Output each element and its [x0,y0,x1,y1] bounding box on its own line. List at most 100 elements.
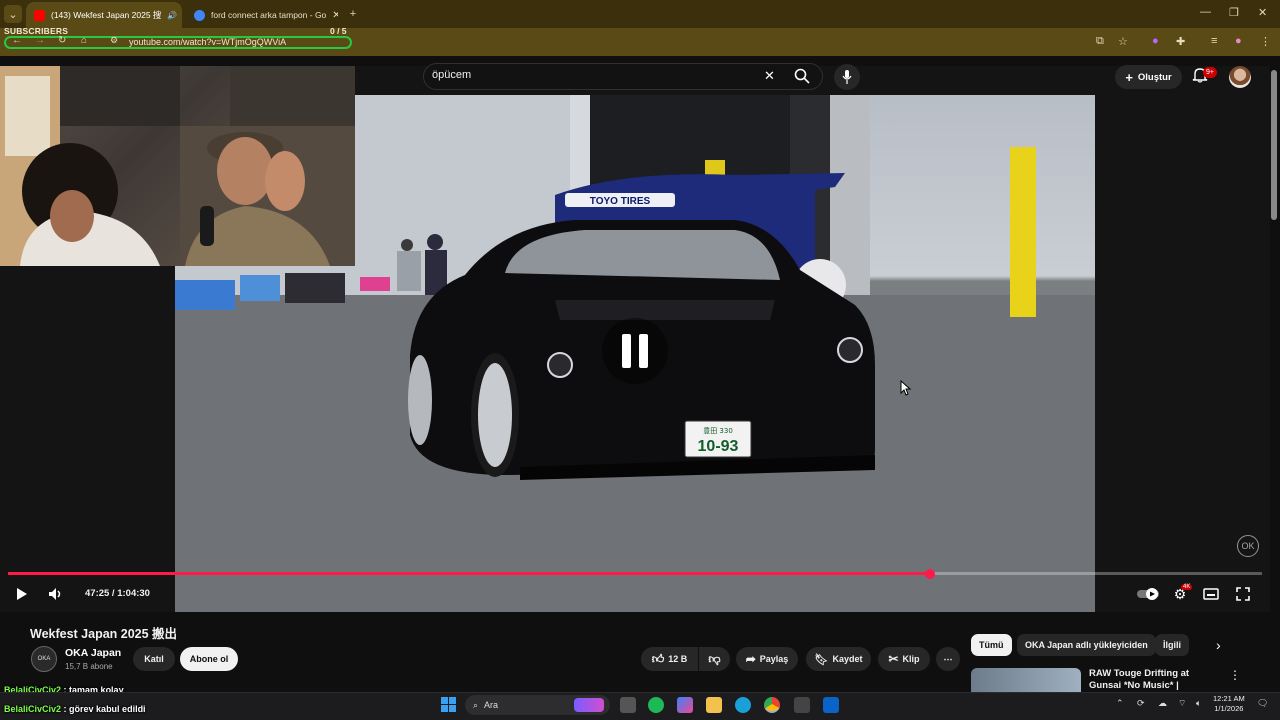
speaker-tray-icon[interactable]: 🔈︎ [1196,698,1201,709]
taskbar-search[interactable]: ⌕ Ara [465,695,610,715]
chevron-right-icon[interactable]: › [1216,637,1221,653]
extensions-puzzle-icon[interactable]: ✚ [1176,35,1185,48]
voice-search-button[interactable] [834,64,860,90]
file-explorer-icon[interactable] [706,697,722,713]
minimize-icon[interactable]: — [1200,6,1211,18]
progress-played [8,572,930,575]
more-actions-button[interactable]: ⋯ [936,647,960,671]
channel-watermark[interactable]: OK [1237,535,1259,557]
chip-related[interactable]: İlgili [1155,634,1189,656]
create-button[interactable]: + Oluştur [1115,65,1182,89]
related-video-title[interactable]: RAW Touge Drifting at Gunsai *No Music* … [1089,668,1219,692]
spotify-icon[interactable] [648,697,664,713]
close-tab-icon[interactable]: ✕ [332,10,338,21]
play-button[interactable] [10,584,32,604]
forward-icon[interactable]: → [35,35,45,46]
subtitles-icon [1203,588,1219,600]
chrome-icon[interactable] [764,697,780,713]
new-tab-button[interactable]: + [344,5,362,23]
plate-region-text: 豊田 330 [703,426,733,435]
search-box[interactable] [423,63,823,90]
edge-icon[interactable] [735,697,751,713]
store-icon[interactable] [794,697,810,713]
microphone-icon [842,70,852,84]
tab-youtube[interactable]: (143) Wekfest Japan 2025 搜 🔊 ✕ [26,2,182,28]
video-title: Wekfest Japan 2025 搬出 [30,627,178,641]
search-icon[interactable] [794,68,810,84]
join-button[interactable]: Katıl [133,647,175,671]
volume-icon [49,588,61,600]
hd-badge: 4K [1181,584,1193,590]
search-highlight-icon [574,698,604,712]
share-icon: ➦ [745,652,756,666]
clock-time: 12:21 AM [1213,694,1245,703]
tab-list-button[interactable]: ⌄ [4,5,22,23]
taskbar-clock[interactable]: 12:21 AM 1/1/2026 [1213,694,1245,714]
fullscreen-button[interactable] [1232,584,1254,604]
account-avatar[interactable] [1229,66,1251,88]
subscribers-overlay-count: 0 / 5 [330,26,347,36]
close-window-icon[interactable]: ✕ [1258,6,1267,19]
mail-icon[interactable] [823,697,839,713]
windows-taskbar [0,692,1280,720]
task-view-icon[interactable] [620,697,636,713]
like-count: 12 B [668,654,688,664]
home-icon[interactable]: ⌂ [81,35,87,46]
save-button[interactable]: 🔖︎ Kaydet [806,647,871,671]
plate-number-text: 10-93 [698,438,739,455]
site-info-icon[interactable]: ⚙ [110,35,118,46]
copilot-icon[interactable] [677,697,693,713]
sync-icon[interactable]: ⟳ [1137,698,1145,709]
tab-google[interactable]: ford connect arka tampon - Go ✕ [186,2,338,28]
reload-icon[interactable]: ↻ [58,35,66,46]
miniplayer-button[interactable] [1200,584,1222,604]
more-dots-icon: ⋯ [943,653,953,664]
notification-center-icon[interactable]: 🗨︎ [1257,698,1268,709]
volume-button[interactable] [45,584,67,604]
restore-icon[interactable]: ❐ [1229,6,1239,19]
channel-avatar[interactable]: OKA [31,646,57,672]
clip-button[interactable]: ✂ Klip [878,647,930,671]
chip-from-uploader[interactable]: OKA Japan adlı yükleyiciden [1017,634,1156,656]
pause-indicator[interactable] [602,318,668,384]
onedrive-icon[interactable]: ☁ [1158,698,1167,709]
speaker-icon[interactable]: 🔊 [167,11,177,20]
plus-icon: + [1125,69,1133,85]
progress-scrubber[interactable] [925,569,935,579]
related-video-thumbnail[interactable] [971,668,1081,692]
tab-title: ford connect arka tampon - Go [211,10,327,20]
channel-name[interactable]: OKA Japan [65,647,121,659]
bookmark-star-icon[interactable]: ☆ [1118,35,1128,48]
chip-all[interactable]: Tümü [971,634,1012,656]
search-icon: ⌕ [473,699,479,710]
reading-list-icon[interactable]: ≡ [1211,35,1217,47]
share-button[interactable]: ➦ Paylaş [736,647,798,671]
extension-icon[interactable]: ● [1152,35,1159,47]
url-text[interactable]: youtube.com/watch?v=WTjmOgQWViA [129,37,286,47]
settings-button[interactable]: ⚙ 4K [1169,584,1193,604]
scissors-icon: ✂ [888,652,899,666]
subscriber-count: 15,7 B abone [65,662,113,671]
share-label: Paylaş [759,654,789,664]
install-app-icon[interactable]: ⧉ [1096,35,1104,48]
like-button[interactable]: 👍︎ 12 B [641,647,698,671]
wifi-icon[interactable]: ⌔ [1178,698,1186,709]
mouse-cursor-icon [900,380,912,396]
clear-search-icon[interactable]: ✕ [764,68,775,84]
chat-text: : görev kabul edildi [63,704,146,714]
page-scrollbar[interactable] [1271,70,1277,220]
clock-date: 1/1/2026 [1214,704,1244,713]
subscribe-button[interactable]: Abone ol [180,647,238,671]
autoplay-toggle[interactable] [1136,584,1162,604]
browser-menu-icon[interactable]: ⋮ [1260,35,1271,48]
related-more-icon[interactable]: ⋮ [1229,668,1241,682]
dislike-button[interactable]: 👎︎ [699,647,730,671]
search-input[interactable]: öpücem [432,69,471,81]
taskbar-search-placeholder: Ara [484,700,499,710]
save-label: Kaydet [832,654,863,664]
back-icon[interactable]: ← [12,35,22,46]
tray-chevron-icon[interactable]: ⌃ [1116,698,1124,709]
profile-icon[interactable]: ● [1235,35,1242,47]
windows-start-icon[interactable] [441,697,456,712]
youtube-favicon-icon [34,9,45,21]
